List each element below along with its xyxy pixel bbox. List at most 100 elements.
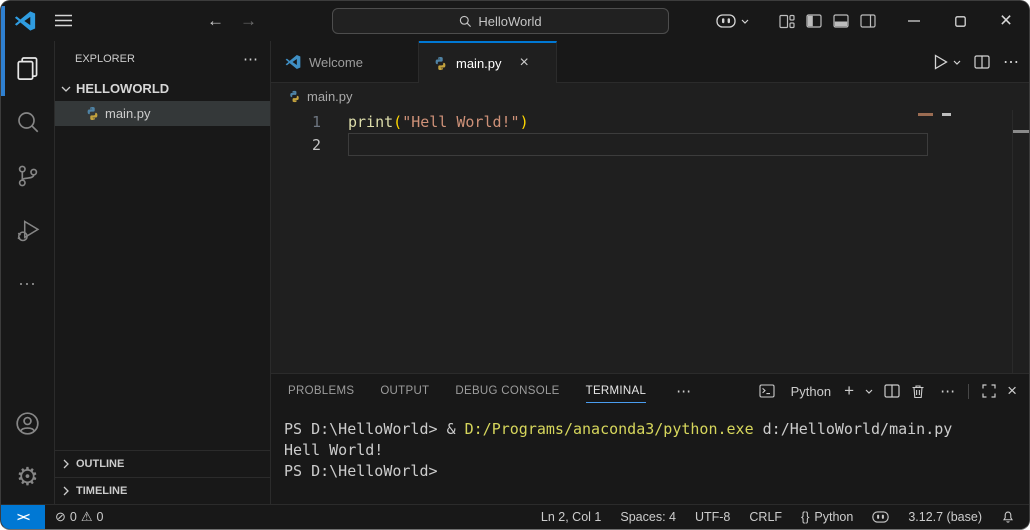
toolbar-divider: [968, 384, 969, 399]
tab-problems[interactable]: PROBLEMS: [288, 374, 354, 408]
tab-terminal[interactable]: TERMINAL: [586, 374, 647, 408]
minimize-button[interactable]: [891, 1, 937, 41]
title-bar: ← → HelloWorld: [1, 1, 1029, 41]
file-row-mainpy[interactable]: main.py: [55, 101, 270, 126]
explorer-actions-icon[interactable]: ⋯: [243, 50, 258, 68]
eol-sequence[interactable]: CRLF: [749, 510, 782, 524]
remote-indicator[interactable]: ><: [1, 505, 45, 530]
code-text: print("Hell World!"): [348, 113, 529, 131]
chevron-down-icon[interactable]: [865, 389, 873, 394]
python-file-icon: [288, 90, 301, 103]
split-terminal-icon[interactable]: [884, 384, 900, 398]
tab-output[interactable]: OUTPUT: [380, 374, 429, 408]
tab-bar: Welcome main.py ×: [271, 41, 1029, 83]
menu-icon[interactable]: [55, 14, 72, 27]
run-debug-icon[interactable]: [1, 203, 55, 257]
terminal-more-actions-icon[interactable]: ⋯: [940, 382, 955, 400]
current-line-highlight: [348, 133, 928, 156]
timeline-section[interactable]: TIMELINE: [55, 477, 270, 504]
close-panel-icon[interactable]: ×: [1007, 381, 1017, 401]
error-count: 0: [70, 510, 77, 524]
maximize-button[interactable]: [937, 1, 983, 41]
toggle-panel-icon[interactable]: [827, 14, 854, 28]
toggle-secondary-sidebar-icon[interactable]: [854, 14, 881, 28]
encoding[interactable]: UTF-8: [695, 510, 730, 524]
breadcrumb-item: main.py: [307, 89, 353, 104]
scrollbar-track: [1012, 110, 1013, 373]
forward-icon: →: [240, 11, 257, 31]
explorer-icon[interactable]: [1, 41, 55, 95]
status-bar: >< ⊘ 0 ⚠ 0 Ln 2, Col 1 Spaces: 4 UTF-8 C…: [1, 504, 1029, 529]
maximize-panel-icon[interactable]: [982, 384, 996, 398]
outline-label: OUTLINE: [76, 458, 124, 470]
warning-icon: ⚠: [81, 509, 93, 525]
search-sidebar-icon[interactable]: [1, 95, 55, 149]
language-mode[interactable]: {} Python: [801, 510, 853, 524]
toggle-primary-sidebar-icon[interactable]: [800, 14, 827, 28]
explorer-sidebar: EXPLORER ⋯ HELLOWORLD main.py OU: [55, 41, 271, 504]
notifications-bell-icon[interactable]: [1001, 510, 1015, 525]
minimap: [942, 113, 951, 116]
vscode-logo-icon: [285, 54, 301, 70]
python-interpreter[interactable]: 3.12.7 (base): [908, 510, 982, 524]
tab-label: main.py: [456, 56, 502, 71]
terminal-output[interactable]: PS D:\HelloWorld> & D:/Programs/anaconda…: [271, 408, 1029, 504]
activity-bar: ⋯ ⚙: [1, 41, 55, 504]
python-file-icon: [85, 106, 100, 121]
account-icon[interactable]: [1, 396, 55, 450]
indentation[interactable]: Spaces: 4: [620, 510, 676, 524]
sidebar-title: EXPLORER: [75, 53, 135, 65]
customize-layout-icon[interactable]: [773, 14, 800, 29]
code-line-1: 1 print("Hell World!"): [271, 110, 1029, 133]
problems-status[interactable]: ⊘ 0 ⚠ 0: [55, 509, 103, 525]
copilot-status-icon[interactable]: [872, 511, 889, 523]
panel-more-tabs-icon[interactable]: ⋯: [676, 382, 691, 400]
breadcrumb[interactable]: main.py: [271, 83, 1029, 110]
terminal-icon: [759, 384, 775, 398]
scrollbar-thumb[interactable]: [1013, 130, 1029, 133]
minimap: [918, 113, 933, 116]
sidebar-spacer: [55, 126, 270, 450]
new-terminal-icon[interactable]: +: [844, 381, 854, 401]
terminal-line: PS D:\HelloWorld>: [284, 461, 1029, 482]
file-name: main.py: [105, 106, 151, 121]
terminal-line: Hell World!: [284, 440, 1029, 461]
play-icon: [934, 54, 948, 70]
warning-count: 0: [97, 510, 104, 524]
outline-section[interactable]: OUTLINE: [55, 450, 270, 477]
editor-group: Welcome main.py ×: [271, 41, 1029, 504]
close-window-button[interactable]: ×: [983, 1, 1029, 41]
code-editor[interactable]: 1 print("Hell World!") 2: [271, 110, 1029, 373]
search-icon: [459, 15, 472, 28]
cursor-position[interactable]: Ln 2, Col 1: [541, 510, 601, 524]
split-editor-icon[interactable]: [974, 55, 990, 69]
back-icon[interactable]: ←: [207, 11, 224, 31]
chevron-right-icon: [63, 486, 69, 496]
folder-row-helloworld[interactable]: HELLOWORLD: [55, 76, 270, 101]
bottom-panel: PROBLEMS OUTPUT DEBUG CONSOLE TERMINAL ⋯…: [271, 373, 1029, 504]
more-views-icon[interactable]: ⋯: [1, 257, 55, 311]
braces-icon: {}: [801, 510, 809, 524]
settings-gear-icon[interactable]: ⚙: [1, 450, 55, 504]
tab-welcome[interactable]: Welcome: [271, 41, 419, 83]
editor-more-actions-icon[interactable]: ⋯: [1003, 52, 1019, 72]
search-value: HelloWorld: [478, 14, 541, 29]
kill-terminal-icon[interactable]: [911, 384, 925, 399]
line-number: 1: [271, 113, 348, 131]
terminal-shell-label[interactable]: Python: [791, 384, 831, 399]
vscode-logo-icon: [14, 10, 36, 32]
error-icon: ⊘: [55, 509, 66, 525]
close-tab-icon[interactable]: ×: [520, 54, 529, 72]
search-input[interactable]: HelloWorld: [332, 8, 669, 34]
tab-debug-console[interactable]: DEBUG CONSOLE: [455, 374, 559, 408]
timeline-label: TIMELINE: [76, 485, 127, 497]
tab-mainpy[interactable]: main.py ×: [419, 41, 557, 83]
line-number: 2: [271, 136, 348, 154]
run-python-button[interactable]: [934, 54, 961, 70]
copilot-button[interactable]: [706, 14, 759, 28]
vscode-window: ← → HelloWorld: [0, 0, 1030, 530]
chevron-down-icon: [741, 19, 749, 24]
terminal-line: PS D:\HelloWorld> & D:/Programs/anaconda…: [284, 419, 1029, 440]
source-control-icon[interactable]: [1, 149, 55, 203]
chevron-down-icon: [61, 86, 71, 92]
